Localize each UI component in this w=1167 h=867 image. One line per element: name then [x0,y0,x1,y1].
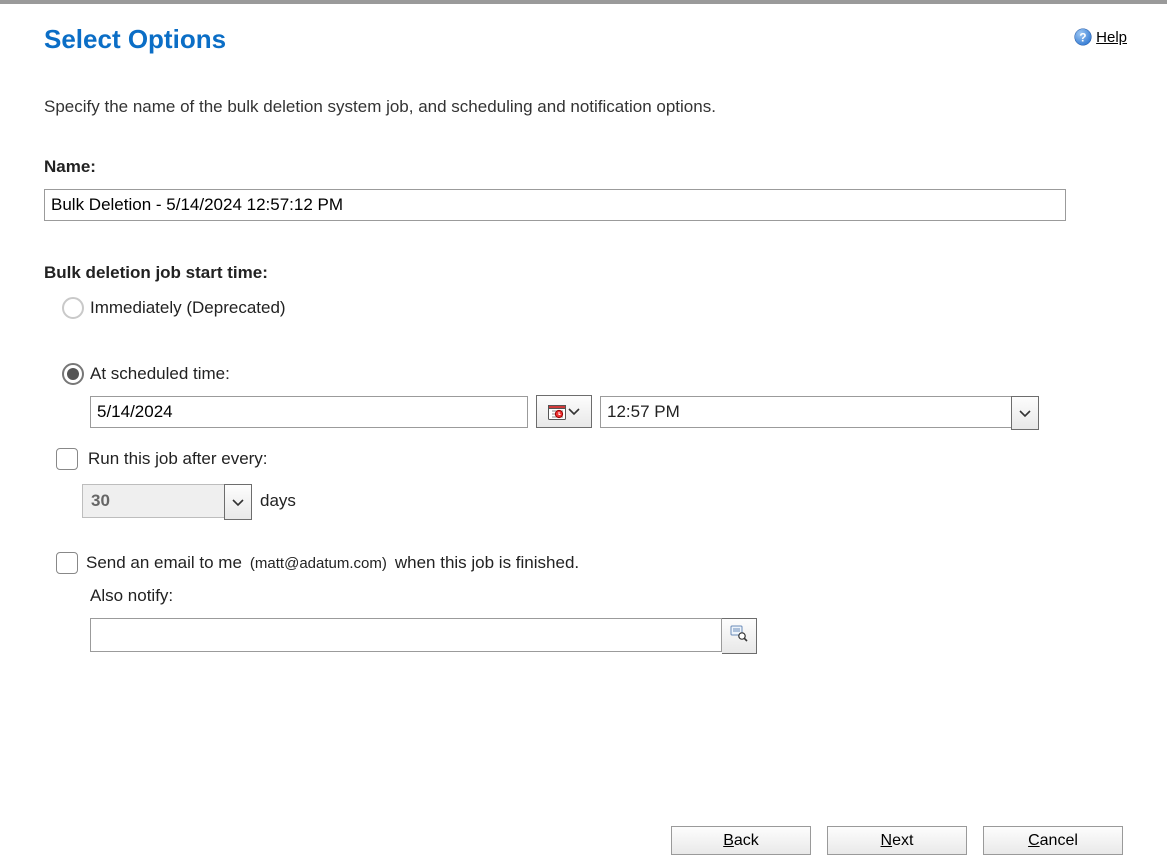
recurrence-value: 30 [91,491,110,511]
content-area: Select Options ? [0,4,1167,654]
name-label: Name: [44,157,1123,177]
recurrence-value-row: 30 days [82,484,1123,518]
option-scheduled-label: At scheduled time: [90,364,230,384]
scheduled-inputs-row: 12:57 PM [90,395,1123,428]
time-dropdown-button[interactable] [1011,396,1039,430]
chevron-down-icon [232,492,244,512]
cancel-label-rest: ancel [1040,832,1078,849]
recurrence-checkbox[interactable] [56,448,78,470]
page-description: Specify the name of the bulk deletion sy… [44,97,1123,117]
svg-text:?: ? [1080,32,1087,45]
option-immediately-row: Immediately (Deprecated) [62,297,1123,319]
also-notify-input[interactable] [90,618,722,652]
calendar-icon [548,404,566,420]
recurrence-value-select[interactable]: 30 [82,484,252,518]
search-icon [730,625,748,647]
radio-scheduled[interactable] [62,363,84,385]
start-time-label: Bulk deletion job start time: [44,263,1123,283]
name-input[interactable] [44,189,1066,221]
page-title: Select Options [44,24,226,55]
lookup-button[interactable] [722,618,757,654]
email-prefix: Send an email to me [86,553,242,573]
option-scheduled-row: At scheduled time: [62,363,1123,385]
cancel-button[interactable]: Cancel [983,826,1123,855]
email-notify-row: Send an email to me (matt@adatum.com) wh… [56,552,1123,574]
next-button[interactable]: Next [827,826,967,855]
back-label-rest: ack [734,832,759,849]
also-notify-row [90,618,1123,654]
email-address: (matt@adatum.com) [250,555,387,572]
recurrence-row: Run this job after every: [56,448,1123,470]
next-label-rest: ext [892,832,913,849]
email-suffix: when this job is finished. [395,553,579,573]
recurrence-label: Run this job after every: [88,449,268,469]
chevron-down-icon [1019,403,1031,423]
help-label: Help [1096,29,1127,46]
chevron-down-icon [568,403,580,420]
also-notify-label: Also notify: [90,586,1123,606]
back-button[interactable]: Back [671,826,811,855]
option-immediately-label: Immediately (Deprecated) [90,298,286,318]
recurrence-unit: days [260,491,296,511]
date-picker-button[interactable] [536,395,592,428]
wizard-window: Select Options ? [0,0,1167,867]
wizard-button-bar: Back Next Cancel [671,826,1123,855]
date-input[interactable] [90,396,528,428]
help-link[interactable]: ? Help [1074,28,1127,46]
time-select[interactable]: 12:57 PM [600,396,1039,428]
time-value: 12:57 PM [607,402,680,422]
recurrence-dropdown-button[interactable] [224,484,252,520]
help-icon: ? [1074,28,1092,46]
email-checkbox[interactable] [56,552,78,574]
radio-immediately[interactable] [62,297,84,319]
top-line: Select Options ? [44,24,1123,55]
